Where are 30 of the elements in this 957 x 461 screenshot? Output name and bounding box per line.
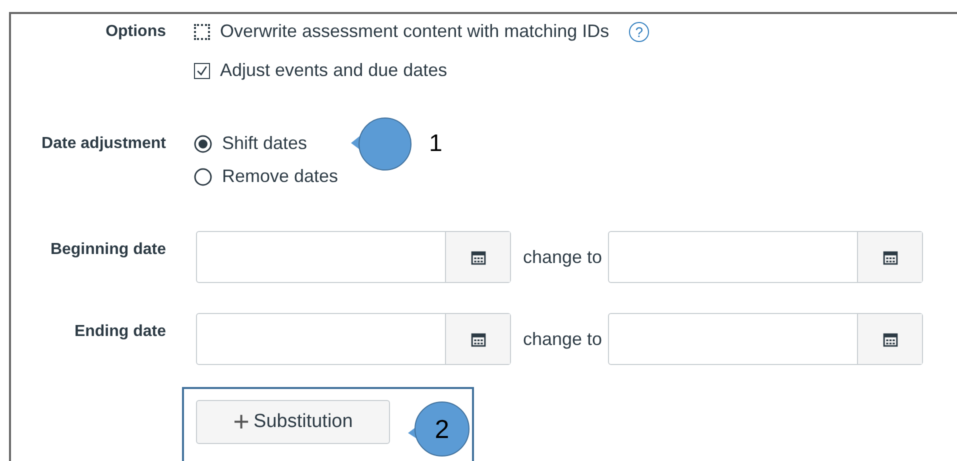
radio-label: Shift dates (222, 133, 308, 154)
calendar-button[interactable] (445, 314, 510, 364)
calendar-icon (882, 250, 898, 264)
calendar-icon (470, 250, 486, 264)
radio-button[interactable] (194, 134, 212, 152)
date-label: Beginning date (49, 241, 166, 260)
calendar-icon (882, 332, 898, 346)
calendar-button[interactable] (857, 232, 922, 282)
add-substitution-button[interactable]: +Substitution (196, 400, 390, 444)
checkbox[interactable] (194, 24, 210, 40)
calendar-button[interactable] (857, 314, 922, 364)
callout-bubble (349, 116, 413, 172)
calendar-icon (470, 332, 486, 346)
checkbox-label: Adjust events and due dates (220, 60, 448, 81)
checkbox-label: Overwrite assessment content with matching IDs (220, 21, 610, 42)
calendar-button[interactable] (445, 232, 510, 282)
radio-button[interactable] (194, 168, 212, 186)
checkbox[interactable] (194, 62, 210, 78)
date-label: Ending date (73, 323, 166, 342)
options-label: Options (104, 23, 166, 42)
date-field[interactable] (608, 313, 924, 365)
change-to-label: change to (523, 328, 602, 350)
date-field[interactable] (608, 231, 924, 283)
date-adjustment-label: Date adjustment (40, 135, 166, 154)
date-field[interactable] (196, 313, 511, 365)
date-field[interactable] (196, 231, 511, 283)
radio-label: Remove dates (222, 166, 338, 187)
callout-number: 1 (429, 130, 442, 158)
help-icon[interactable]: ? (629, 22, 650, 42)
change-to-label: change to (523, 246, 602, 268)
